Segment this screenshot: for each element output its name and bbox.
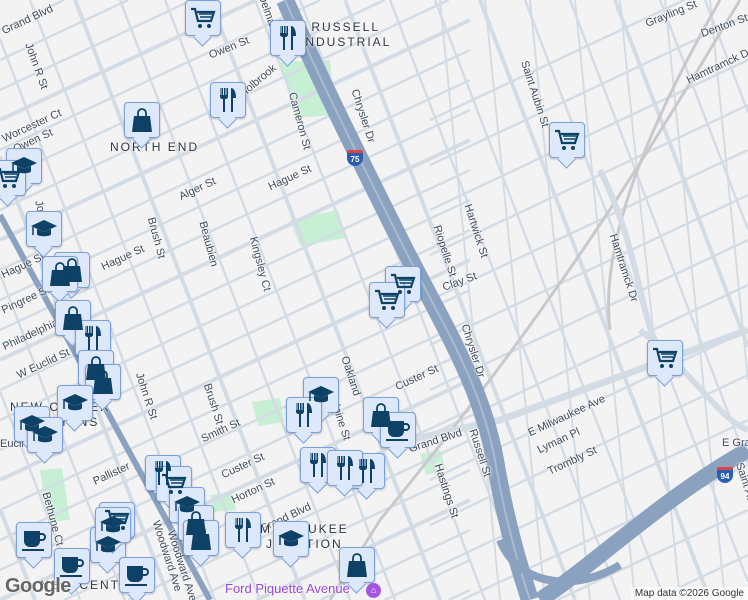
shopping-cart-icon: [555, 129, 580, 150]
poi-label[interactable]: Ford Piquette Avenue: [225, 581, 350, 596]
place-marker-fork[interactable]: [225, 512, 261, 548]
place-marker-cart[interactable]: [549, 122, 585, 158]
neighborhood-label: NORTH END: [110, 140, 199, 155]
shopping-bag-icon: [191, 526, 211, 550]
shopping-bag-icon: [93, 370, 113, 394]
restaurant-icon: [220, 88, 236, 112]
place-marker-cart[interactable]: [185, 0, 221, 36]
school-icon: [100, 516, 126, 533]
place-marker-bag[interactable]: [339, 547, 375, 583]
shopping-cart-icon: [191, 7, 216, 28]
place-marker-cart[interactable]: [369, 282, 405, 318]
school-icon: [31, 220, 57, 237]
place-marker-bag[interactable]: [124, 102, 160, 138]
google-logo: Google: [5, 575, 71, 597]
neighborhood-label-line: NORTH END: [110, 140, 200, 154]
interstate-shield-94: 94: [717, 467, 733, 483]
shopping-cart-icon: [0, 167, 21, 188]
cafe-icon: [386, 421, 410, 441]
neighborhood-label-line: INDUSTRIAL: [300, 35, 392, 49]
restaurant-icon: [280, 26, 296, 50]
school-icon: [278, 530, 304, 547]
school-icon: [62, 394, 88, 411]
restaurant-icon: [235, 518, 251, 542]
place-marker-school[interactable]: [57, 385, 93, 421]
place-marker-cart[interactable]: [647, 340, 683, 376]
restaurant-icon: [310, 453, 326, 477]
place-marker-cup[interactable]: [380, 412, 416, 448]
shopping-cart-icon: [162, 473, 187, 494]
cafe-icon: [60, 557, 84, 577]
place-marker-school[interactable]: [26, 211, 62, 247]
museum-icon[interactable]: ⌂: [366, 583, 381, 598]
map-canvas[interactable]: Grand BlvdJohn R StOwen StDelmar StChrys…: [0, 0, 748, 600]
place-marker-fork[interactable]: [270, 20, 306, 56]
school-icon: [95, 536, 121, 553]
shopping-bag-icon: [347, 553, 367, 577]
place-marker-school[interactable]: [273, 521, 309, 557]
place-marker-cup[interactable]: [16, 522, 52, 558]
place-marker-cup[interactable]: [119, 557, 155, 593]
shopping-bag-icon: [132, 108, 152, 132]
restaurant-icon: [85, 326, 101, 350]
shopping-cart-icon: [375, 289, 400, 310]
street-line: [0, 18, 471, 242]
restaurant-icon: [337, 456, 353, 480]
restaurant-icon: [296, 403, 312, 427]
neighborhood-label: RUSSELL INDUSTRIAL: [300, 20, 391, 50]
cafe-icon: [125, 566, 149, 586]
restaurant-icon: [359, 459, 375, 483]
school-icon: [32, 426, 58, 443]
place-marker-fork[interactable]: [210, 82, 246, 118]
interstate-shield-75: 75: [347, 150, 363, 166]
shopping-bag-icon: [50, 262, 70, 286]
street-label: E Grand Blvd: [722, 437, 748, 449]
cafe-icon: [22, 531, 46, 551]
map-attribution[interactable]: Map data ©2026 Google: [630, 587, 748, 600]
neighborhood-label-line: RUSSELL: [311, 20, 381, 34]
shopping-cart-icon: [653, 347, 678, 368]
